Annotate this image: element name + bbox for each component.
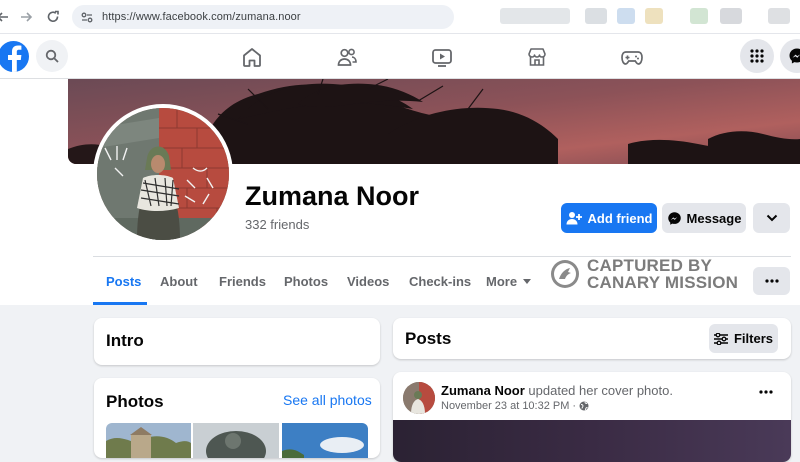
reload-icon[interactable]	[44, 8, 62, 26]
blurred-extensions	[645, 8, 663, 24]
post-author-avatar[interactable]	[403, 382, 435, 414]
see-all-photos-link[interactable]: See all photos	[283, 392, 372, 408]
browser-toolbar: https://www.facebook.com/zumana.noor	[0, 0, 800, 34]
posts-title: Posts	[405, 329, 452, 348]
message-button[interactable]: Message	[662, 203, 746, 233]
home-icon[interactable]	[239, 44, 265, 70]
caret-down-icon	[523, 278, 532, 285]
filters-icon	[713, 332, 728, 345]
more-options-button[interactable]	[753, 203, 790, 233]
blurred-extensions	[617, 8, 635, 24]
posts-header-card: Posts Filters	[393, 318, 791, 359]
tab-about[interactable]: About	[160, 274, 198, 289]
blurred-extensions	[585, 8, 607, 24]
canary-logo-icon	[550, 259, 580, 289]
intro-card: Intro	[94, 318, 380, 365]
profile-avatar[interactable]	[93, 104, 233, 244]
photo-thumbnail[interactable]	[282, 423, 368, 458]
ellipsis-icon	[764, 279, 779, 283]
blurred-extensions	[720, 8, 742, 24]
address-bar[interactable]: https://www.facebook.com/zumana.noor	[72, 5, 454, 29]
gaming-icon[interactable]	[619, 44, 645, 70]
filters-button[interactable]: Filters	[709, 324, 778, 353]
add-friend-icon	[566, 211, 582, 225]
messenger-icon[interactable]	[780, 39, 800, 73]
tab-posts[interactable]: Posts	[106, 274, 141, 289]
url-text: https://www.facebook.com/zumana.noor	[102, 11, 301, 23]
post-action-text: updated her cover photo.	[528, 383, 673, 398]
blurred-extensions	[768, 8, 790, 24]
photo-thumbnail[interactable]	[106, 423, 191, 458]
tab-more-label: More	[486, 274, 518, 289]
post-cover-image[interactable]	[393, 420, 791, 462]
friends-count[interactable]: 332 friends	[245, 217, 309, 232]
chevron-down-icon	[766, 214, 778, 222]
active-tab-indicator	[93, 302, 147, 305]
photos-card: Photos See all photos	[94, 378, 380, 458]
message-label: Message	[686, 210, 742, 226]
blurred-extensions	[690, 8, 708, 24]
post-options-icon[interactable]	[759, 390, 773, 394]
profile-name: Zumana Noor	[245, 181, 420, 211]
post-meta: November 23 at 10:32 PM ·	[441, 400, 589, 412]
add-friend-label: Add friend	[587, 210, 653, 226]
watermark-line-1: CAPTURED BY	[587, 256, 712, 275]
marketplace-icon[interactable]	[524, 44, 550, 70]
watermark-line-2: CANARY MISSION	[587, 273, 739, 292]
post-author-name[interactable]: Zumana Noor	[441, 383, 525, 398]
filters-label: Filters	[733, 331, 773, 346]
tab-friends[interactable]: Friends	[219, 274, 266, 289]
add-friend-button[interactable]: Add friend	[561, 203, 657, 233]
back-arrow-icon[interactable]	[0, 8, 12, 26]
facebook-top-nav	[0, 34, 800, 79]
photo-thumbnail[interactable]	[193, 423, 279, 458]
menu-grid-icon[interactable]	[740, 39, 774, 73]
post-header-line: Zumana Noor updated her cover photo.	[441, 383, 673, 398]
site-info-icon[interactable]	[80, 10, 94, 24]
profile-more-button[interactable]	[753, 267, 790, 295]
photos-title: Photos	[106, 392, 164, 411]
post-date[interactable]: November 23 at 10:32 PM	[441, 400, 569, 412]
tab-more[interactable]: More	[486, 274, 532, 289]
forward-arrow-icon[interactable]	[17, 8, 35, 26]
messenger-icon	[667, 211, 682, 226]
tab-photos[interactable]: Photos	[284, 274, 328, 289]
post-card: Zumana Noor updated her cover photo. Nov…	[393, 372, 791, 462]
blurred-extensions	[500, 8, 570, 24]
watermark: CAPTURED BY CANARY MISSION	[550, 256, 750, 292]
tab-videos[interactable]: Videos	[347, 274, 389, 289]
globe-icon	[579, 401, 589, 411]
tab-check-ins[interactable]: Check-ins	[409, 274, 471, 289]
friends-icon[interactable]	[334, 44, 360, 70]
intro-title: Intro	[106, 331, 144, 350]
meta-separator: ·	[572, 400, 577, 412]
facebook-logo-icon[interactable]	[0, 41, 29, 72]
search-icon[interactable]	[36, 40, 68, 72]
watch-icon[interactable]	[429, 44, 455, 70]
